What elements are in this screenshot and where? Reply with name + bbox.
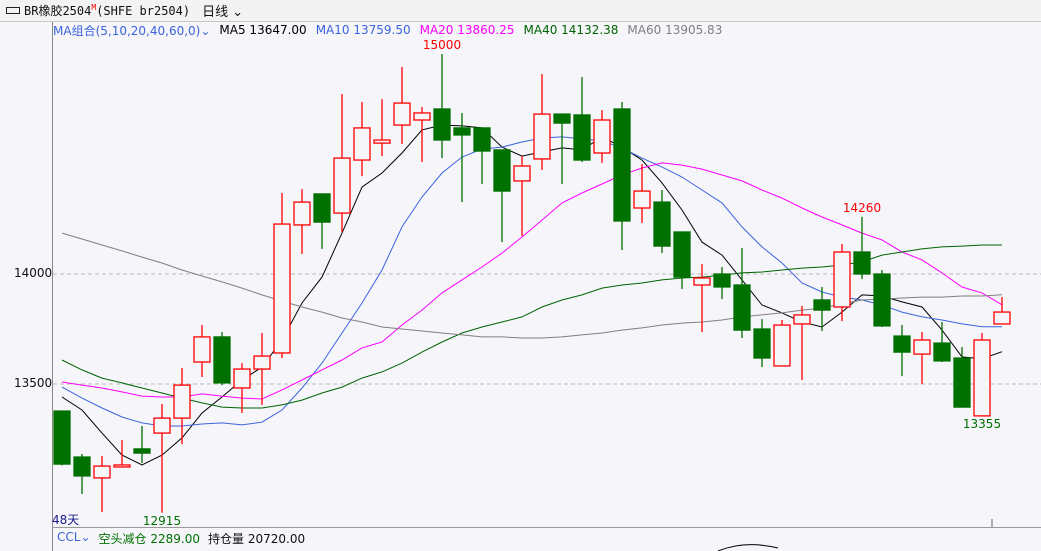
candle-up — [913, 339, 931, 355]
candle-down — [73, 456, 91, 477]
candle-up — [113, 464, 131, 468]
open-interest-value: 20720.00 — [247, 532, 306, 546]
candle-down — [313, 193, 331, 223]
candle-down — [753, 328, 771, 359]
candle-up — [253, 355, 271, 370]
candle-up — [973, 339, 991, 417]
candle-up — [333, 157, 351, 214]
candle-down — [473, 127, 491, 152]
candle-down — [493, 149, 511, 192]
open-interest-label: 持仓量 — [207, 532, 244, 546]
candle-down — [813, 299, 831, 311]
candle-down — [553, 113, 571, 124]
candle-up — [93, 465, 111, 479]
candle-down — [953, 357, 971, 408]
chevron-down-icon: ⌄ — [80, 530, 91, 544]
candle-down — [433, 108, 451, 141]
oi-status-label: 空头减仓 — [98, 532, 147, 546]
panel-divider[interactable] — [52, 527, 1041, 528]
candle-up — [353, 127, 371, 161]
candlestick-chart[interactable] — [0, 0, 1041, 551]
candle-up — [533, 113, 551, 160]
candle-down — [853, 251, 871, 275]
candle-up — [193, 336, 211, 363]
ma-line-ma20 — [61, 162, 1003, 400]
candle-up — [693, 277, 711, 286]
candle-down — [713, 273, 731, 288]
candle-down — [893, 335, 911, 353]
candle-down — [133, 448, 151, 454]
candle-down — [53, 410, 71, 465]
high-annotation: 14260 — [842, 200, 882, 215]
candle-down — [673, 231, 691, 278]
ccl-legend: CCL⌄ 空头减仓 2289.00 持仓量 20720.00 — [57, 530, 305, 547]
candle-up — [773, 324, 791, 367]
low-annotation: 12915 — [142, 513, 182, 528]
candle-down — [453, 127, 471, 136]
candle-down — [653, 201, 671, 247]
y-tick-label: 14000 — [14, 266, 53, 280]
candle-down — [213, 336, 231, 384]
ma-line-ma60 — [61, 232, 1003, 339]
candle-up — [173, 384, 191, 419]
ma-line-ma5 — [61, 124, 1003, 466]
candle-up — [373, 139, 391, 144]
candle-up — [233, 368, 251, 389]
candle-up — [793, 314, 811, 325]
candle-up — [413, 112, 431, 121]
candle-up — [633, 190, 651, 209]
high-annotation: 15000 — [422, 38, 462, 52]
candle-up — [293, 201, 311, 226]
candle-down — [873, 273, 891, 327]
indicator-selector[interactable]: CCL⌄ — [57, 530, 91, 547]
candle-up — [153, 417, 171, 434]
y-tick-label: 13500 — [14, 376, 53, 390]
candle-down — [573, 114, 591, 161]
candle-down — [613, 108, 631, 222]
days-count: 48天 — [52, 513, 80, 527]
candle-up — [513, 165, 531, 182]
ccl-line — [717, 544, 779, 551]
ma-line-ma10 — [61, 136, 1002, 427]
candle-up — [833, 251, 851, 308]
candle-up — [273, 223, 291, 354]
indicator-label: CCL — [57, 530, 81, 544]
candle-up — [593, 119, 611, 154]
candle-down — [733, 284, 751, 331]
candle-up — [993, 311, 1011, 325]
oi-status-value: 2289.00 — [150, 532, 200, 546]
candle-down — [933, 342, 951, 362]
candle-up — [393, 102, 411, 126]
low-annotation: 13355 — [962, 416, 1002, 431]
